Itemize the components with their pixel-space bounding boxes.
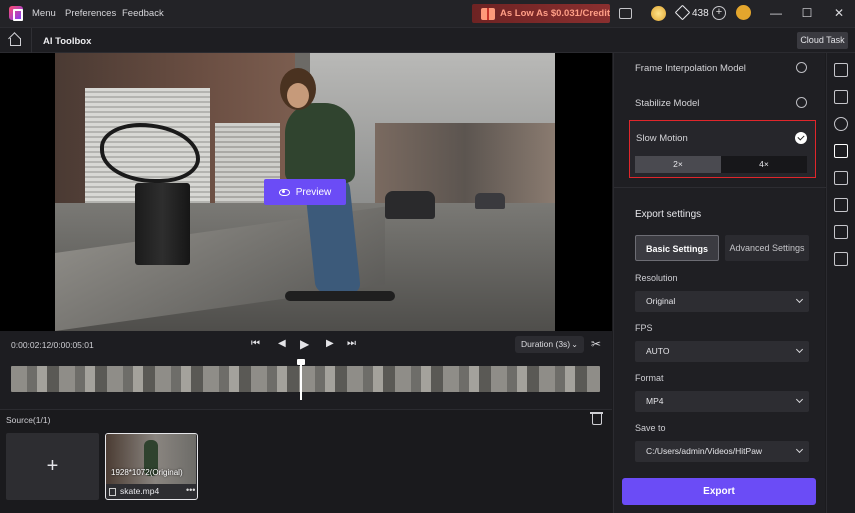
clip-resolution: 1928*1072(Original) [111,468,183,477]
frame-interpolation-radio[interactable] [796,62,807,73]
chevron-down-icon: ⌄ [571,340,578,349]
resolution-value: Original [646,296,676,306]
more-icon[interactable]: ••• [186,485,195,495]
pen-icon[interactable] [834,171,848,185]
crop-icon[interactable] [834,225,848,239]
chevron-down-icon [795,345,804,354]
clip-name: skate.mp4 [120,486,160,496]
play-icon[interactable]: ▶ [300,337,309,351]
edit-icon[interactable] [834,90,848,104]
save-to-label: Save to [635,423,666,433]
chevron-down-icon [795,295,804,304]
previous-frame-icon[interactable]: ◀ [278,338,286,349]
gem-icon [674,4,691,21]
format-label: Format [635,373,664,383]
menu-menu[interactable]: Menu [32,8,56,19]
frame-interpolation-label: Frame Interpolation Model [635,63,746,74]
speed-2x-option[interactable]: 2× [635,156,721,173]
source-title: Source(1/1) [6,415,51,425]
save-to-select[interactable]: C:/Users/admin/Videos/HitPaw [635,441,809,462]
sync-icon[interactable] [834,117,848,131]
file-icon [109,488,116,496]
preview-button[interactable]: Preview [264,179,346,205]
eraser-icon[interactable] [834,198,848,212]
settings-panel: Frame Interpolation Model Stabilize Mode… [613,53,826,513]
fps-select[interactable]: AUTO [635,341,809,362]
playback-controls: 0:00:02:12/0:00:05:01 ⏮ ◀ ▶ ▶ ⏭ Duration… [0,331,612,409]
trash-icon[interactable] [590,412,603,425]
fps-label: FPS [635,323,653,333]
cloud-task-button[interactable]: Cloud Task [797,32,848,49]
scissors-icon[interactable]: ✂ [591,338,604,351]
slow-motion-card[interactable]: Slow Motion 2× 4× [629,120,816,178]
maximize-button[interactable]: ☐ [792,0,822,27]
check-icon[interactable] [795,132,807,144]
close-button[interactable]: ✕ [824,0,854,27]
duration-dropdown[interactable]: Duration (3s) ⌄ [515,336,584,353]
chevron-down-icon [795,395,804,404]
plus-icon[interactable]: + [712,6,726,20]
tab-advanced-settings[interactable]: Advanced Settings [725,235,809,261]
gift-icon [481,7,495,20]
playhead[interactable] [296,359,305,400]
skip-to-start-icon[interactable]: ⏮ [251,338,260,349]
fps-value: AUTO [646,346,670,356]
app-logo-icon [9,6,23,21]
resolution-label: Resolution [635,273,678,283]
promo-banner[interactable]: As Low As $0.031/Credit [472,4,610,23]
avatar-icon[interactable] [736,5,751,20]
video-preview: Preview [0,53,612,331]
timeline-filmstrip[interactable] [11,366,600,392]
resolution-select[interactable]: Original [635,291,809,312]
slow-motion-label: Slow Motion [636,133,688,144]
tab-basic-settings[interactable]: Basic Settings [635,235,719,261]
toolbar: AI Toolbox Cloud Task [0,27,855,54]
timecode: 0:00:02:12/0:00:05:01 [11,340,94,350]
page-title: AI Toolbox [43,36,92,47]
skip-to-end-icon[interactable]: ⏭ [347,338,356,349]
speed-4x-option[interactable]: 4× [721,156,807,173]
chevron-down-icon [795,445,804,454]
title-bar: Menu Preferences Feedback As Low As $0.0… [0,0,855,27]
video-enhance-icon[interactable] [834,63,848,77]
menu-feedback[interactable]: Feedback [122,8,164,19]
next-frame-icon[interactable]: ▶ [326,338,334,349]
chat-icon[interactable] [619,8,632,19]
save-to-value: C:/Users/admin/Videos/HitPaw [646,446,763,456]
clip-thumbnail[interactable]: 1928*1072(Original) skate.mp4 ••• [105,433,198,500]
promo-text: As Low As $0.031/Credit [500,8,610,19]
eye-icon [278,188,290,196]
speed-selector: 2× 4× [635,156,807,173]
stabilize-label: Stabilize Model [635,98,700,109]
player-icon[interactable] [834,252,848,266]
source-panel: Source(1/1) + 1928*1072(Original) skate.… [0,409,612,513]
stabilize-radio[interactable] [796,97,807,108]
export-button[interactable]: Export [622,478,816,505]
tool-rail [826,53,855,513]
preview-label: Preview [295,186,332,198]
minimize-button[interactable]: — [761,0,791,27]
divider [31,28,32,54]
add-source-button[interactable]: + [6,433,99,500]
divider [614,187,826,188]
coin-icon[interactable] [651,6,666,21]
duration-label: Duration (3s) [521,339,571,349]
format-select[interactable]: MP4 [635,391,809,412]
format-value: MP4 [646,396,664,406]
export-settings-title: Export settings [635,209,702,220]
credits-count: 438 [692,8,709,19]
menu-preferences[interactable]: Preferences [65,8,116,19]
toolbox-icon[interactable] [834,144,848,158]
home-icon[interactable] [9,34,22,46]
